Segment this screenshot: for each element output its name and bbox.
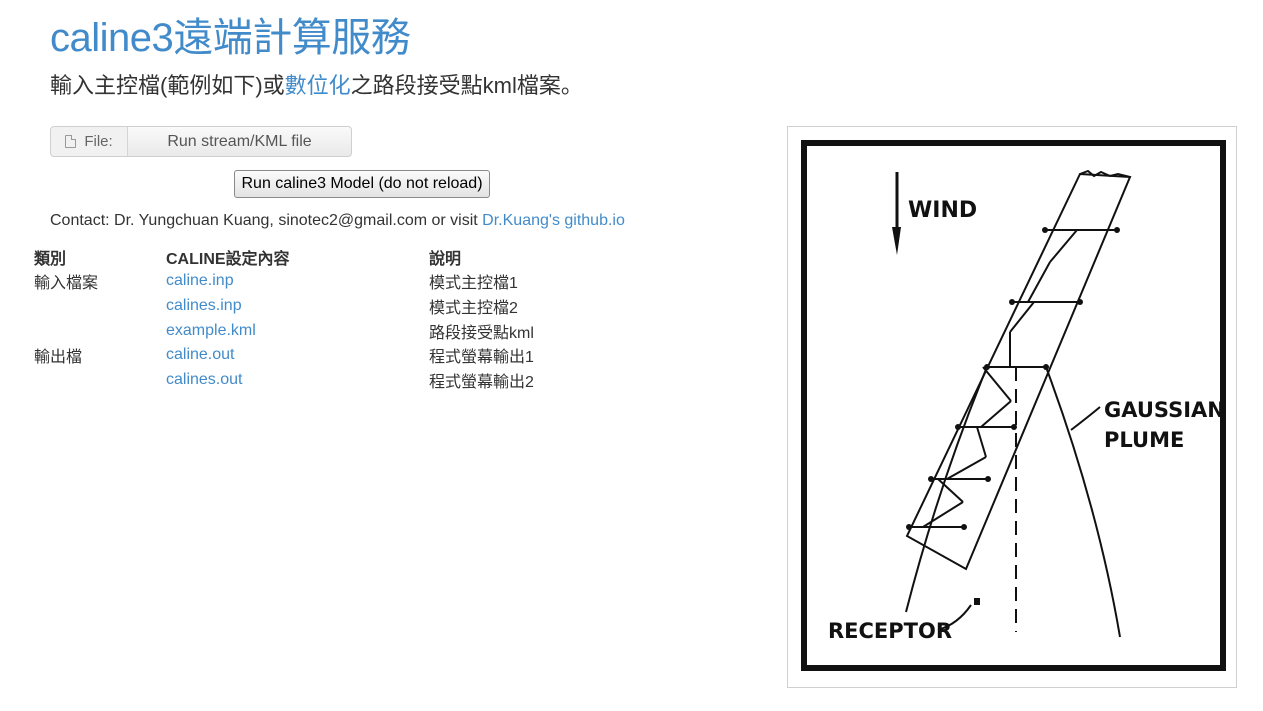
roadway-segments xyxy=(909,229,1117,528)
file-link-calines-out[interactable]: calines.out xyxy=(166,371,243,388)
row-description: 路段接受點kml xyxy=(429,324,534,342)
row-description: 程式螢幕輸出2 xyxy=(429,374,534,392)
plume-diagram-svg: WIND GAUSSIAN PLUME RECEPTOR xyxy=(801,140,1226,671)
contact-line: Contact: Dr. Yungchuan Kuang, sinotec2@g… xyxy=(50,211,625,231)
plume-pointer xyxy=(1070,406,1101,431)
page-title: caline3遠端計算服務 xyxy=(50,16,411,60)
row-description: 程式螢幕輸出1 xyxy=(429,349,534,367)
file-link-calines-inp[interactable]: calines.inp xyxy=(166,297,242,314)
receptor-marker-icon xyxy=(974,598,980,605)
row-category xyxy=(34,368,166,393)
file-link-caline-out[interactable]: caline.out xyxy=(166,346,235,363)
contact-text: Contact: Dr. Yungchuan Kuang, sinotec2@g… xyxy=(50,212,483,229)
table-row: 輸入檔案 caline.inp 模式主控檔1 xyxy=(34,269,629,294)
file-icon xyxy=(65,135,77,148)
wind-label: WIND xyxy=(908,198,977,223)
column-header-description: 說明 xyxy=(429,251,462,268)
file-label: File: xyxy=(51,127,128,156)
subtitle-suffix: 之路段接受點kml檔案。 xyxy=(350,73,583,98)
subtitle-prefix: 輸入主控檔(範例如下)或 xyxy=(50,73,285,98)
file-link-example-kml[interactable]: example.kml xyxy=(166,322,256,339)
digitize-link[interactable]: 數位化 xyxy=(285,73,351,98)
row-description: 模式主控檔1 xyxy=(429,275,518,293)
plume-left-edge xyxy=(905,366,988,613)
file-label-text: File: xyxy=(84,133,113,150)
file-select-button[interactable]: Run stream/KML file xyxy=(128,127,351,156)
gaussian-plume-diagram: WIND GAUSSIAN PLUME RECEPTOR xyxy=(787,126,1237,688)
table-row: calines.inp 模式主控檔2 xyxy=(34,294,629,319)
roadway-strip xyxy=(905,172,1132,571)
file-link-caline-inp[interactable]: caline.inp xyxy=(166,272,234,289)
plume-label-line1: GAUSSIAN xyxy=(1104,398,1225,422)
row-description: 模式主控檔2 xyxy=(429,300,518,318)
segment-endpoints xyxy=(906,227,1120,530)
receptor-label: RECEPTOR xyxy=(828,619,952,643)
page-subtitle: 輸入主控檔(範例如下)或數位化之路段接受點kml檔案。 xyxy=(50,70,583,102)
table-row: calines.out 程式螢幕輸出2 xyxy=(34,368,629,393)
table-row: example.kml 路段接受點kml xyxy=(34,318,629,343)
file-upload-group[interactable]: File: Run stream/KML file xyxy=(50,126,352,157)
row-category xyxy=(34,318,166,343)
row-category: 輸入檔案 xyxy=(34,275,99,293)
row-category: 輸出檔 xyxy=(34,349,83,367)
files-table: 類別 CALINE設定內容 說明 輸入檔案 caline.inp 模式主控檔1 … xyxy=(34,245,629,392)
wind-arrowhead-icon xyxy=(892,227,901,255)
plume-label-line2: PLUME xyxy=(1104,428,1184,452)
row-category xyxy=(34,294,166,319)
column-header-category: 類別 xyxy=(34,251,67,268)
run-model-button[interactable]: Run caline3 Model (do not reload) xyxy=(234,170,490,198)
column-header-settings: CALINE設定內容 xyxy=(166,251,290,268)
table-header-row: 類別 CALINE設定內容 說明 xyxy=(34,245,629,269)
github-link[interactable]: Dr.Kuang's github.io xyxy=(482,212,625,229)
table-row: 輸出檔 caline.out 程式螢幕輸出1 xyxy=(34,343,629,368)
